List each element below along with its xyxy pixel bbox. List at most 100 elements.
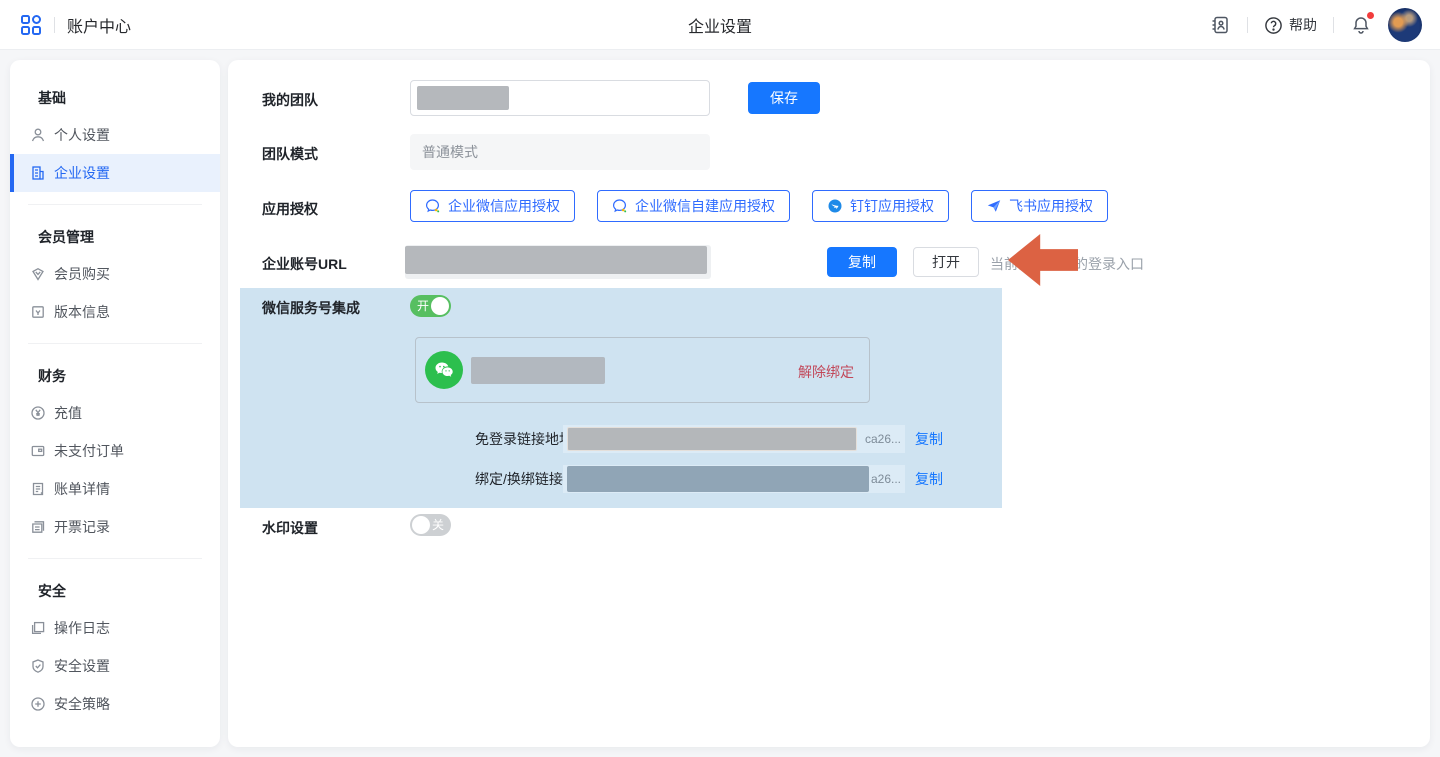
bind-rebind-link-value[interactable]: a26... (563, 465, 905, 493)
sidebar-item-label: 安全设置 (54, 656, 110, 676)
sidebar-item-enterprise-settings[interactable]: 企业设置 (10, 154, 220, 192)
contact-book-icon[interactable] (1209, 14, 1231, 36)
sidebar-section-finance: 财务 (10, 356, 220, 394)
sidebar-item-label: 企业设置 (54, 163, 110, 183)
sidebar-item-label: 个人设置 (54, 125, 110, 145)
sidebar-divider (28, 558, 202, 559)
open-url-button[interactable]: 打开 (913, 247, 979, 277)
dingtalk-auth-button[interactable]: 钉钉应用授权 (812, 190, 949, 222)
dingtalk-icon (827, 198, 843, 214)
copy-bind-rebind-link[interactable]: 复制 (915, 465, 943, 493)
help-button[interactable]: 帮助 (1264, 15, 1317, 35)
sidebar-section-basic: 基础 (10, 78, 220, 116)
user-icon (30, 127, 46, 143)
app-auth-label: 应用授权 (262, 199, 318, 219)
team-mode-value: 普通模式 (410, 134, 710, 170)
redacted-bind-rebind-link (567, 466, 869, 492)
header-divider (1247, 17, 1248, 33)
save-button[interactable]: 保存 (748, 82, 820, 114)
diamond-icon (30, 266, 46, 282)
toggle-off-label: 关 (432, 518, 444, 532)
watermark-toggle[interactable]: 关 (410, 514, 451, 536)
login-free-link-label: 免登录链接地址 (475, 425, 573, 453)
app-grid-logo-icon[interactable] (20, 14, 42, 36)
unbind-link[interactable]: 解除绑定 (798, 362, 854, 382)
building-icon (30, 165, 46, 181)
sidebar-item-unpaid-orders[interactable]: 未支付订单 (10, 432, 220, 470)
team-name-input[interactable] (410, 80, 710, 116)
sidebar-item-label: 未支付订单 (54, 441, 124, 461)
copy-url-button[interactable]: 复制 (827, 247, 897, 277)
header-divider (54, 17, 55, 33)
link-suffix: ca26... (865, 432, 901, 446)
enterprise-url-label: 企业账号URL (262, 254, 347, 274)
redacted-login-free-link (567, 427, 857, 451)
sidebar-item-bill-details[interactable]: 账单详情 (10, 470, 220, 508)
copy-login-free-link[interactable]: 复制 (915, 425, 943, 453)
sidebar-item-label: 安全策略 (54, 694, 110, 714)
login-free-link-value[interactable]: ca26... (563, 425, 905, 453)
sidebar-item-label: 操作日志 (54, 618, 110, 638)
toggle-knob (431, 297, 449, 315)
order-card-icon (30, 443, 46, 459)
page: 账户中心 企业设置 帮助 (0, 0, 1440, 757)
sidebar: 基础 个人设置 企业设置 会员管理 (10, 60, 220, 747)
sidebar-item-label: 账单详情 (54, 479, 110, 499)
button-label: 企业微信自建应用授权 (635, 196, 775, 216)
sidebar-item-personal-settings[interactable]: 个人设置 (10, 116, 220, 154)
enterprise-url-value[interactable] (405, 245, 711, 279)
version-doc-icon (30, 304, 46, 320)
wechat-integration-section: 微信服务号集成 开 解除绑定 免登录链接地址 (240, 288, 1002, 508)
sidebar-item-security-policy[interactable]: 安全策略 (10, 685, 220, 723)
header-divider (1333, 17, 1334, 33)
notification-badge (1367, 12, 1374, 19)
wechat-integration-toggle[interactable]: 开 (410, 295, 451, 317)
sidebar-divider (28, 343, 202, 344)
feishu-auth-button[interactable]: 飞书应用授权 (971, 190, 1108, 222)
app-name: 账户中心 (67, 13, 131, 37)
feishu-icon (986, 198, 1002, 214)
help-label: 帮助 (1289, 15, 1317, 35)
log-stack-icon (30, 620, 46, 636)
watermark-label: 水印设置 (262, 518, 318, 538)
wecom-icon (425, 198, 441, 214)
button-label: 钉钉应用授权 (850, 196, 934, 216)
redacted-team-name (417, 86, 509, 110)
sidebar-item-membership-purchase[interactable]: 会员购买 (10, 255, 220, 293)
shield-check-icon (30, 658, 46, 674)
coin-yuan-icon (30, 405, 46, 421)
bill-doc-icon (30, 481, 46, 497)
sidebar-item-version-info[interactable]: 版本信息 (10, 293, 220, 331)
annotation-arrow-left-icon (1008, 234, 1078, 286)
toggle-knob (412, 516, 430, 534)
sidebar-item-recharge[interactable]: 充值 (10, 394, 220, 432)
top-header: 账户中心 企业设置 帮助 (0, 0, 1440, 50)
toggle-on-label: 开 (417, 299, 429, 313)
button-label: 企业微信应用授权 (448, 196, 560, 216)
redacted-enterprise-url (405, 246, 707, 274)
sidebar-item-label: 会员购买 (54, 264, 110, 284)
notification-bell-icon[interactable] (1350, 14, 1372, 36)
wecom-auth-button[interactable]: 企业微信应用授权 (410, 190, 575, 222)
sidebar-item-invoice-records[interactable]: 开票记录 (10, 508, 220, 546)
shield-plus-icon (30, 696, 46, 712)
sidebar-item-security-settings[interactable]: 安全设置 (10, 647, 220, 685)
invoice-doc-icon (30, 519, 46, 535)
team-mode-label: 团队模式 (262, 144, 318, 164)
main-panel: 我的团队 保存 团队模式 普通模式 应用授权 企业微信应用授权 企 (228, 60, 1430, 747)
wecom-selfbuilt-auth-button[interactable]: 企业微信自建应用授权 (597, 190, 790, 222)
sidebar-item-operation-log[interactable]: 操作日志 (10, 609, 220, 647)
user-avatar[interactable] (1388, 8, 1422, 42)
sidebar-section-security: 安全 (10, 571, 220, 609)
wechat-logo-icon (425, 351, 463, 389)
link-suffix: a26... (871, 472, 901, 486)
sidebar-section-membership: 会员管理 (10, 217, 220, 255)
button-label: 飞书应用授权 (1009, 196, 1093, 216)
wechat-account-card: 解除绑定 (415, 337, 870, 403)
app-auth-buttons: 企业微信应用授权 企业微信自建应用授权 钉钉应用授权 (410, 190, 1108, 222)
wecom-icon (612, 198, 628, 214)
sidebar-item-label: 充值 (54, 403, 82, 423)
sidebar-divider (28, 204, 202, 205)
wechat-integration-label: 微信服务号集成 (262, 298, 360, 318)
help-icon (1264, 16, 1283, 35)
